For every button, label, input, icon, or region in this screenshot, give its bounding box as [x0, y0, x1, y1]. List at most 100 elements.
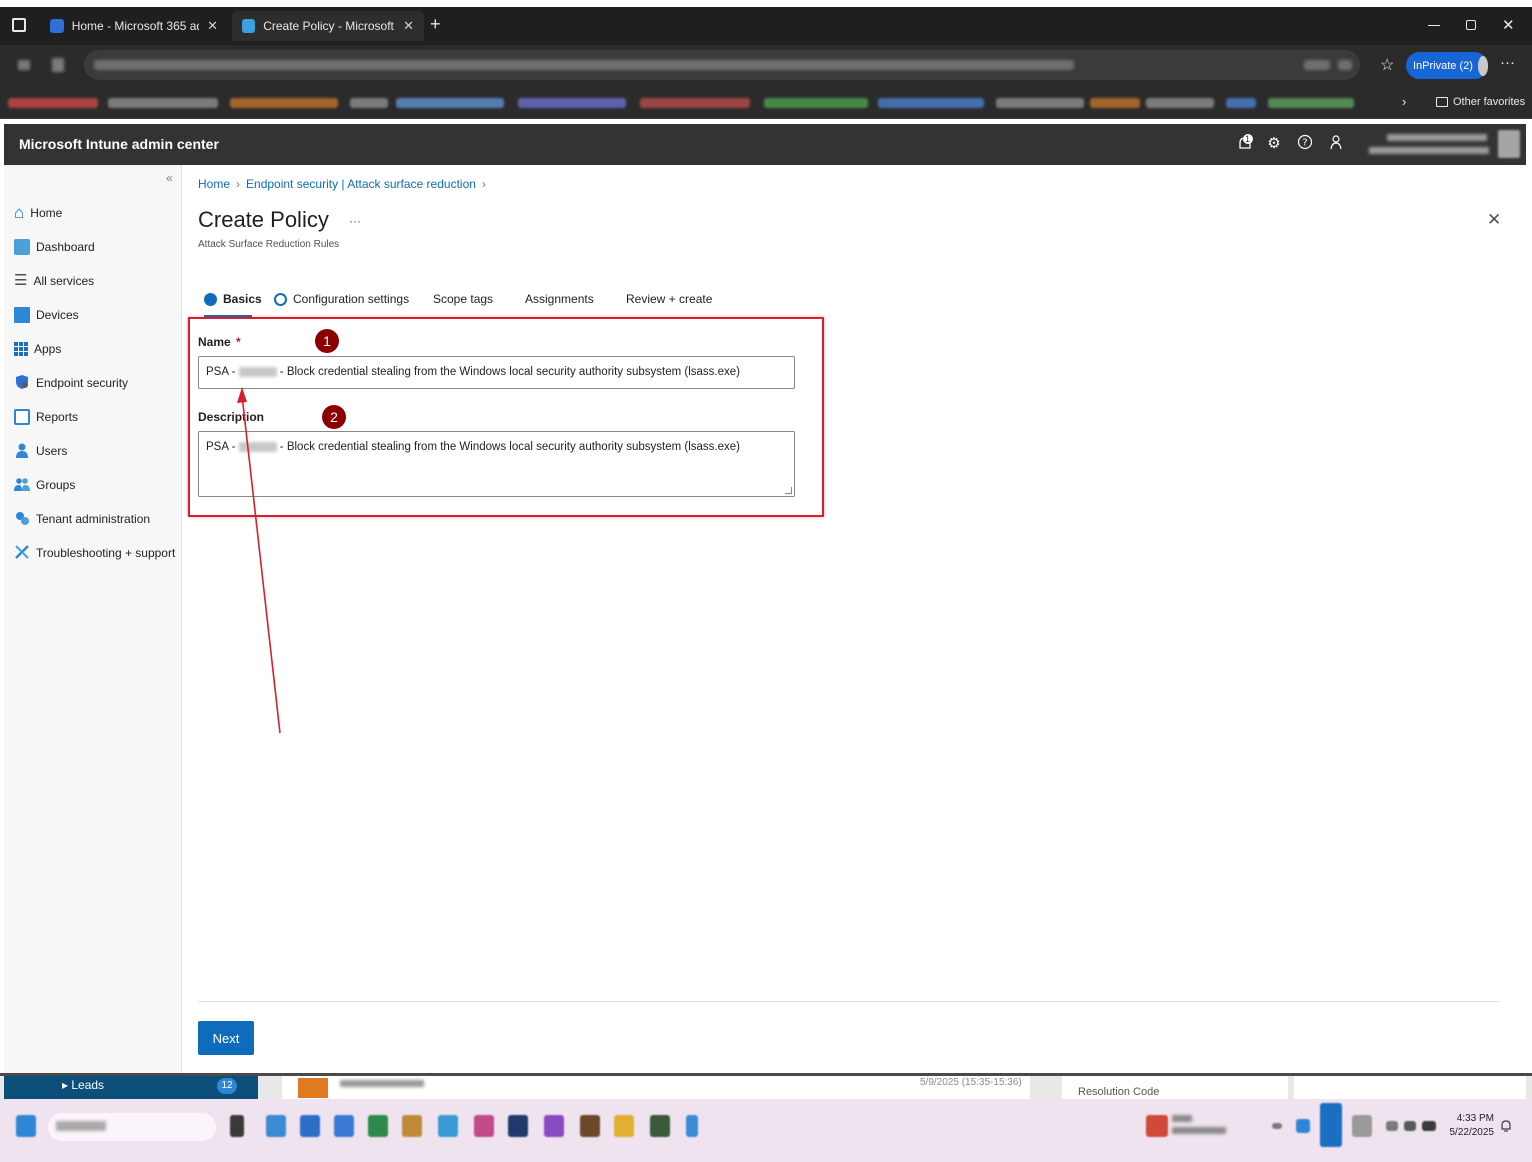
refresh-icon[interactable]	[52, 58, 64, 72]
site-info-icon	[1304, 60, 1330, 70]
tray-icon[interactable]	[1272, 1123, 1282, 1129]
nav-item-tenant-administration[interactable]: Tenant administration	[14, 506, 150, 532]
browser-menu-icon[interactable]: ···	[1500, 54, 1515, 71]
favorite-item[interactable]	[8, 98, 98, 108]
tray-icon[interactable]	[1296, 1119, 1310, 1133]
taskbar-app-icon[interactable]	[334, 1115, 354, 1137]
nav-label: Endpoint security	[36, 376, 129, 390]
favorite-item[interactable]	[996, 98, 1084, 108]
minimize-icon[interactable]	[1428, 25, 1440, 26]
background-app-strip: ▸ Leads 12 5/9/2025 (15:35-15:36) Resolu…	[0, 1073, 1532, 1099]
taskbar-app-icon[interactable]	[614, 1115, 634, 1137]
notifications-bell-icon[interactable]: 1	[1235, 134, 1255, 154]
taskbar-app-icon[interactable]	[650, 1115, 670, 1137]
restore-icon[interactable]	[1466, 20, 1476, 30]
taskbar-app-icon[interactable]	[402, 1115, 422, 1137]
nav-item-home[interactable]: ⌂ Home	[14, 200, 62, 226]
favorite-item[interactable]	[230, 98, 338, 108]
chevron-right-icon[interactable]: ›	[1402, 94, 1406, 109]
other-favorites-label: Other favorites	[1453, 96, 1526, 108]
network-icon[interactable]	[1386, 1121, 1398, 1131]
reports-icon	[14, 409, 30, 425]
favorite-item[interactable]	[350, 98, 388, 108]
leads-count-badge: 12	[217, 1078, 237, 1094]
taskbar-app-icon[interactable]	[438, 1115, 458, 1137]
help-icon[interactable]: ?	[1295, 134, 1315, 154]
window-close-icon[interactable]: ✕	[1502, 16, 1515, 34]
resolution-code-label: Resolution Code	[1078, 1086, 1160, 1098]
tray-icon[interactable]	[1352, 1115, 1372, 1137]
nav-item-users[interactable]: Users	[14, 438, 67, 464]
favorite-item[interactable]	[1226, 98, 1256, 108]
tab-review-create[interactable]: Review + create	[626, 289, 712, 309]
step-label: Scope tags	[433, 292, 494, 306]
collapse-nav-icon[interactable]: «	[166, 171, 173, 185]
inprivate-label: InPrivate (2)	[1413, 59, 1473, 72]
tab-assignments[interactable]: Assignments	[525, 289, 594, 309]
portal-title[interactable]: Microsoft Intune admin center	[19, 136, 219, 152]
volume-icon[interactable]	[1404, 1121, 1416, 1131]
favorite-item[interactable]	[1090, 98, 1140, 108]
weather-widget-text[interactable]	[1172, 1113, 1228, 1137]
taskbar-search-box[interactable]	[48, 1113, 216, 1141]
nav-label: Groups	[36, 478, 76, 492]
inprivate-badge[interactable]: InPrivate (2)	[1406, 52, 1488, 79]
next-button[interactable]: Next	[198, 1021, 254, 1055]
tray-icon[interactable]	[1320, 1103, 1342, 1147]
new-tab-button[interactable]: +	[430, 14, 441, 35]
favorite-item[interactable]	[1146, 98, 1214, 108]
other-favorites[interactable]: Other favorites	[1436, 96, 1525, 108]
notification-center-icon[interactable]	[1500, 1119, 1512, 1136]
taskbar-app-icon[interactable]	[368, 1115, 388, 1137]
url-input[interactable]	[84, 50, 1360, 80]
taskbar-app-icon[interactable]	[580, 1115, 600, 1137]
resize-handle-icon[interactable]	[785, 487, 792, 494]
taskbar-app-icon[interactable]	[686, 1115, 698, 1137]
tab-microsoft-365-admin[interactable]: Home - Microsoft 365 admin cen ✕	[40, 11, 228, 41]
leads-panel[interactable]: ▸ Leads 12	[4, 1076, 258, 1099]
tab-close-icon[interactable]: ✕	[403, 18, 414, 34]
account-info[interactable]	[1369, 131, 1491, 159]
tab-actions-icon[interactable]	[12, 18, 26, 32]
favorite-item[interactable]	[1268, 98, 1354, 108]
favorite-item[interactable]	[396, 98, 504, 108]
nav-item-groups[interactable]: Groups	[14, 472, 75, 498]
favorites-star-icon[interactable]: ☆	[1380, 55, 1394, 75]
battery-icon[interactable]	[1422, 1121, 1436, 1131]
favorite-item[interactable]	[878, 98, 984, 108]
account-avatar[interactable]	[1498, 130, 1520, 158]
nav-item-reports[interactable]: Reports	[14, 404, 78, 430]
portal-header: Microsoft Intune admin center 1 ⚙ ?	[4, 124, 1526, 165]
start-icon[interactable]	[16, 1115, 36, 1137]
clock[interactable]: 4:33 PM 5/22/2025	[1446, 1113, 1495, 1138]
close-blade-icon[interactable]: ✕	[1487, 210, 1501, 230]
weather-widget-icon[interactable]	[1146, 1115, 1168, 1137]
tab-create-policy[interactable]: Create Policy - Microsoft Intune a ✕	[232, 11, 424, 41]
nav-label: Reports	[36, 410, 79, 424]
nav-item-all-services[interactable]: ☰ All services	[14, 268, 94, 294]
nav-item-dashboard[interactable]: Dashboard	[14, 234, 95, 260]
taskbar-app-icon[interactable]	[544, 1115, 564, 1137]
favorite-item[interactable]	[518, 98, 626, 108]
tab-scope-tags[interactable]: Scope tags	[433, 289, 493, 309]
settings-gear-icon[interactable]: ⚙	[1264, 134, 1284, 154]
breadcrumb-separator-icon: ›	[481, 177, 486, 191]
nav-item-troubleshooting[interactable]: Troubleshooting + support	[14, 540, 175, 566]
taskbar-app-icon[interactable]	[266, 1115, 286, 1137]
feedback-icon[interactable]	[1326, 134, 1346, 154]
nav-item-apps[interactable]: Apps	[14, 336, 61, 362]
taskbar-app-icon[interactable]	[230, 1115, 244, 1137]
taskbar-app-icon[interactable]	[508, 1115, 528, 1137]
nav-item-endpoint-security[interactable]: Endpoint security	[14, 370, 128, 396]
taskbar-app-icon[interactable]	[474, 1115, 494, 1137]
nav-item-devices[interactable]: Devices	[14, 302, 79, 328]
svg-text:?: ?	[1302, 138, 1307, 149]
favorite-item[interactable]	[640, 98, 750, 108]
tab-close-icon[interactable]: ✕	[207, 18, 218, 34]
favorite-item[interactable]	[764, 98, 868, 108]
back-icon[interactable]	[18, 60, 30, 70]
clock-time: 4:33 PM	[1456, 1113, 1494, 1124]
favorite-item[interactable]	[108, 98, 218, 108]
intune-favicon-icon	[242, 19, 256, 33]
taskbar-app-icon[interactable]	[300, 1115, 320, 1137]
